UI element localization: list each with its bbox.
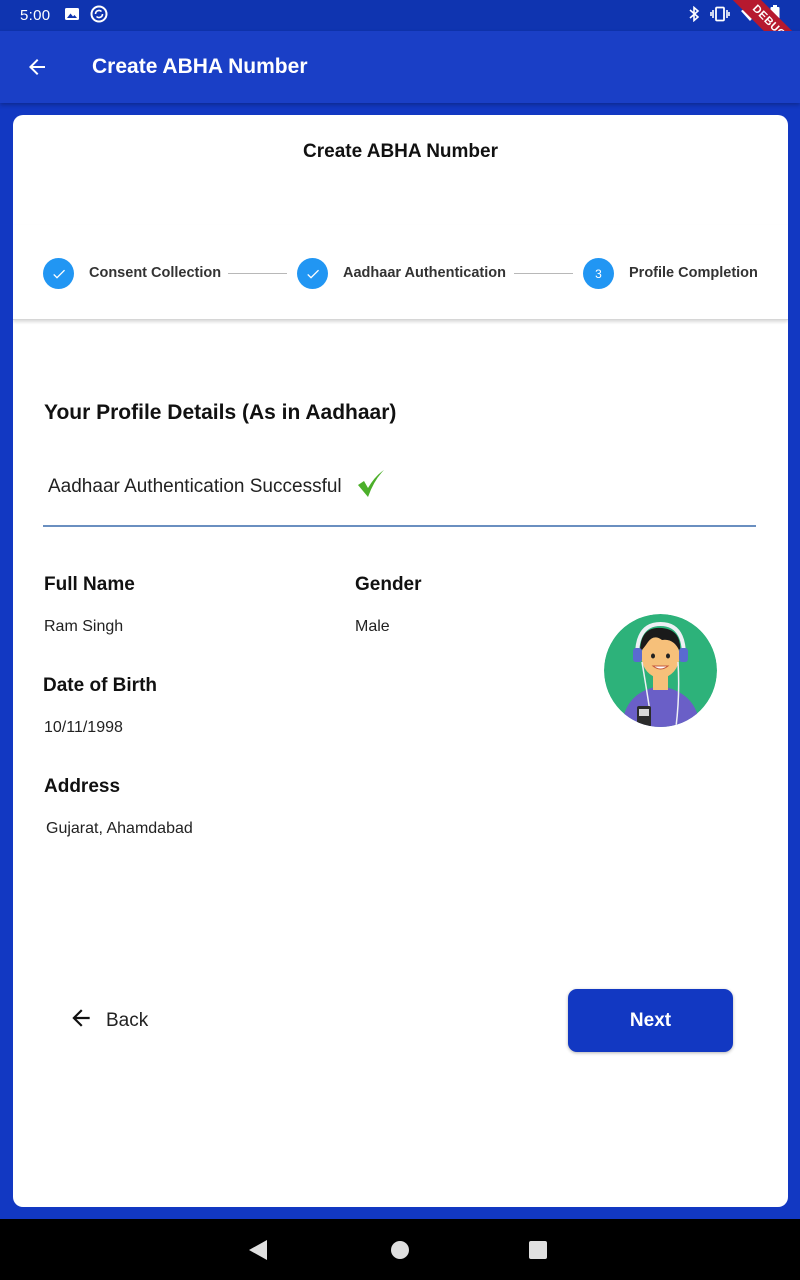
section-title: Your Profile Details (As in Aadhaar): [44, 401, 397, 424]
address-value: Gujarat, Ahamdabad: [46, 820, 193, 837]
card-title: Create ABHA Number: [303, 141, 498, 162]
auth-status-text: Aadhaar Authentication Successful: [48, 475, 342, 497]
image-icon: [64, 6, 80, 26]
step-connector: [228, 273, 287, 274]
arrow-back-icon: [68, 1005, 94, 1037]
stepper: Consent Collection Aadhaar Authenticatio…: [13, 225, 788, 320]
app-bar-title: Create ABHA Number: [92, 55, 308, 78]
step-1-label: Consent Collection: [89, 265, 222, 281]
next-button[interactable]: Next: [568, 989, 733, 1052]
full-name-value: Ram Singh: [44, 618, 124, 635]
step-1-check-icon: [43, 258, 74, 289]
arrow-back-icon[interactable]: [2, 31, 72, 103]
status-time: 5:00: [20, 7, 51, 24]
step-connector: [514, 273, 573, 274]
sync-icon: [90, 5, 108, 27]
full-name-label: Full Name: [44, 574, 135, 595]
back-button-label: Back: [106, 1010, 149, 1031]
step-2-label: Aadhaar Authentication: [343, 265, 507, 281]
navigation-bar: [0, 1219, 800, 1280]
dob-value: 10/11/1998: [44, 719, 123, 736]
step-3-label: Profile Completion: [629, 265, 758, 281]
avatar: [604, 614, 717, 727]
nav-recents-icon[interactable]: [528, 1239, 548, 1266]
bluetooth-icon: [688, 5, 700, 26]
status-bar: 5:00 DEBUG: [0, 0, 800, 76]
main-card: Create ABHA Number Consent Collection Aa…: [13, 115, 788, 1207]
gender-value: Male: [355, 618, 390, 635]
step-2-check-icon: [297, 258, 328, 289]
vibrate-icon: [710, 6, 730, 26]
divider: [43, 525, 756, 527]
back-button[interactable]: Back: [68, 1002, 148, 1040]
success-check-icon: [356, 469, 386, 504]
app-bar: Create ABHA Number: [0, 31, 800, 103]
nav-back-icon[interactable]: [248, 1239, 268, 1266]
step-3-number: 3: [583, 258, 614, 289]
auth-status-row: Aadhaar Authentication Successful: [48, 469, 386, 504]
dob-label: Date of Birth: [43, 675, 157, 696]
gender-label: Gender: [355, 574, 422, 595]
address-label: Address: [44, 776, 121, 797]
nav-home-icon[interactable]: [390, 1239, 410, 1266]
